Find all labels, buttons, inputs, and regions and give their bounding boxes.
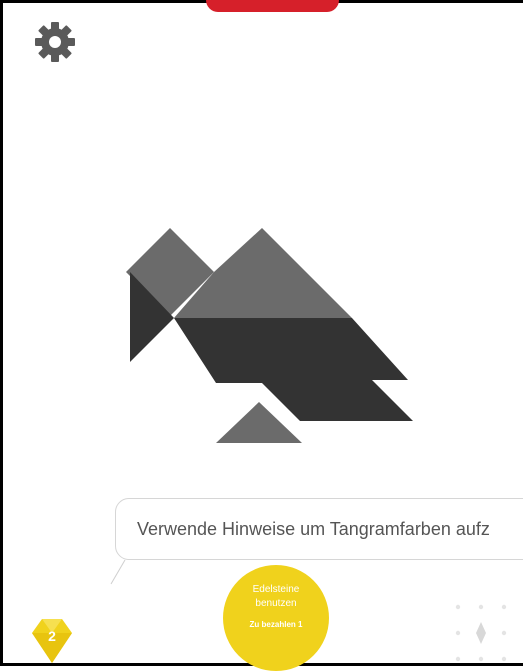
hint-grid-button[interactable] (448, 600, 523, 666)
hint-bubble: Verwende Hinweise um Tangramfarben aufz (115, 498, 523, 560)
use-gems-button[interactable]: Edelsteine benutzen Zu bezahlen 1 (223, 565, 329, 671)
use-gems-label-line2: benutzen (255, 598, 297, 609)
use-gems-label-line1: Edelsteine (252, 584, 300, 595)
hint-text: Verwende Hinweise um Tangramfarben aufz (137, 518, 490, 539)
bubble-tail (110, 560, 126, 585)
tangram-piece-dark-body (174, 318, 413, 421)
gem-count: 2 (48, 628, 56, 644)
arrow-up-icon (476, 622, 486, 644)
use-gems-cost: Zu bezahlen 1 (249, 620, 303, 629)
